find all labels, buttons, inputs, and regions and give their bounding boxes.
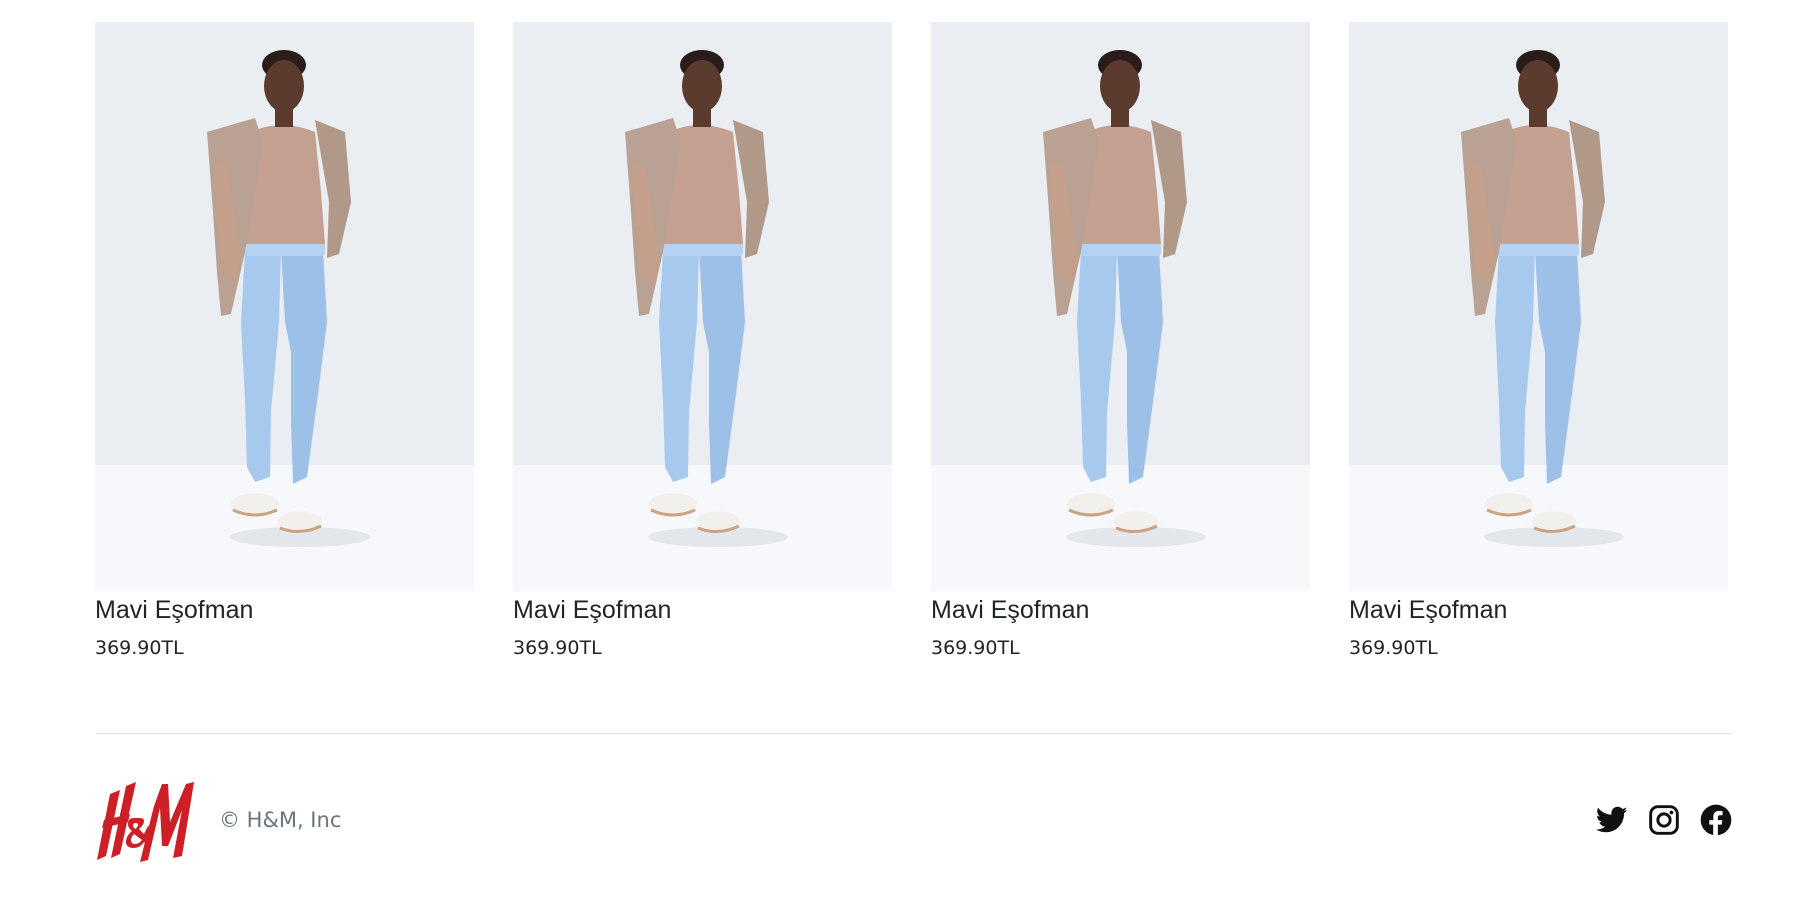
product-card[interactable]: Mavi Eşofman 369.90TL xyxy=(95,22,475,661)
product-image[interactable] xyxy=(513,22,892,591)
instagram-icon[interactable] xyxy=(1647,803,1681,837)
product-price: 369.90TL xyxy=(1349,637,1438,659)
product-price: 369.90TL xyxy=(513,637,602,659)
product-name[interactable]: Mavi Eşofman xyxy=(513,593,893,627)
product-grid: Mavi Eşofman 369.90TL Mavi Eşofman 369.9… xyxy=(95,22,1733,661)
product-card[interactable]: Mavi Eşofman 369.90TL xyxy=(1349,22,1729,661)
product-card[interactable]: Mavi Eşofman 369.90TL xyxy=(931,22,1311,661)
copyright-text: © H&M, Inc xyxy=(219,808,342,832)
product-name[interactable]: Mavi Eşofman xyxy=(931,593,1311,627)
facebook-icon[interactable] xyxy=(1699,803,1733,837)
product-price: 369.90TL xyxy=(95,637,184,659)
product-card[interactable]: Mavi Eşofman 369.90TL xyxy=(513,22,893,661)
footer-brand: © H&M, Inc xyxy=(96,776,341,864)
product-name[interactable]: Mavi Eşofman xyxy=(95,593,475,627)
footer: © H&M, Inc xyxy=(96,775,1733,865)
twitter-icon[interactable] xyxy=(1595,803,1629,837)
product-image[interactable] xyxy=(95,22,474,591)
product-image[interactable] xyxy=(1349,22,1728,591)
product-name[interactable]: Mavi Eşofman xyxy=(1349,593,1729,627)
page-container: Mavi Eşofman 369.90TL Mavi Eşofman 369.9… xyxy=(95,0,1733,661)
product-price: 369.90TL xyxy=(931,637,1020,659)
product-image[interactable] xyxy=(931,22,1310,591)
social-links xyxy=(1595,803,1733,837)
footer-divider xyxy=(96,733,1733,734)
hm-logo[interactable] xyxy=(96,776,216,864)
